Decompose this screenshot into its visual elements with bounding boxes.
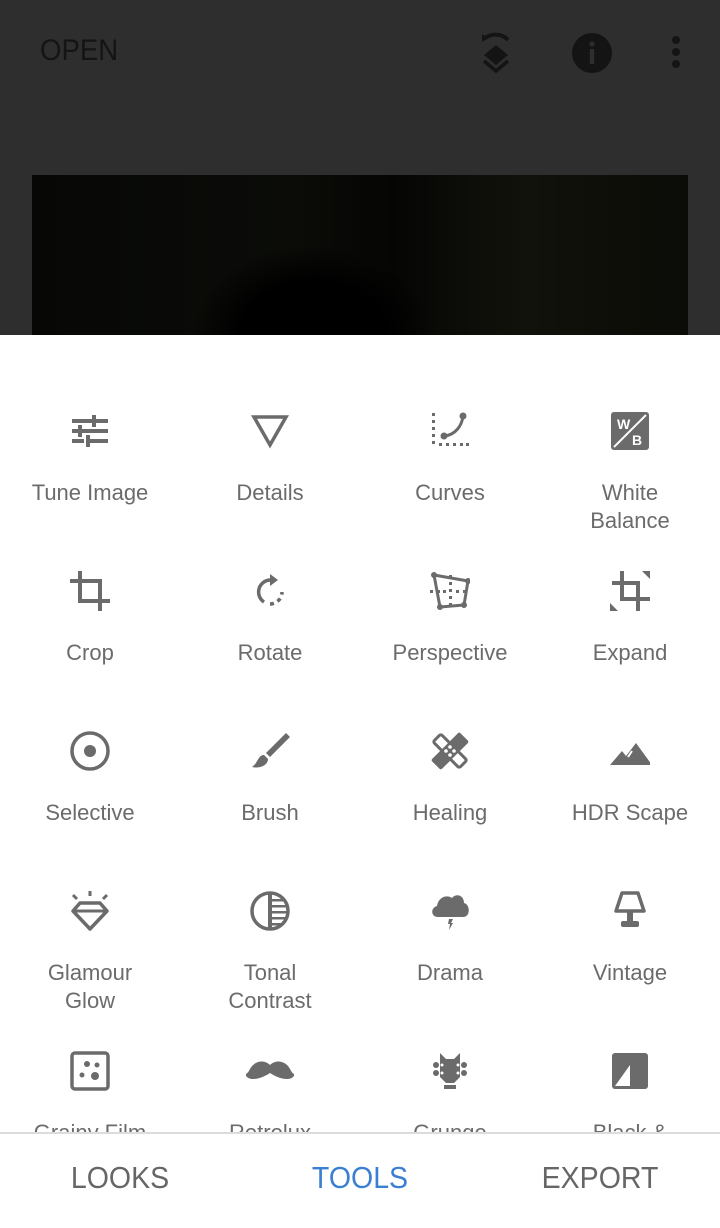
tune-sliders-icon [72, 415, 108, 447]
curves-icon [432, 412, 469, 446]
tool-glamour-glow[interactable]: Glamour Glow [0, 815, 180, 1013]
tool-retrolux[interactable]: Retrolux [180, 975, 360, 1133]
tool-crop[interactable]: Crop [0, 495, 180, 665]
tool-hdr-scape[interactable]: HDR Scape [540, 655, 720, 825]
tool-white-balance[interactable]: W B White Balance [540, 335, 720, 533]
storm-cloud-icon [432, 895, 469, 930]
tool-tonal-contrast[interactable]: Tonal Contrast [180, 815, 360, 1013]
tool-black-white[interactable]: Black & [540, 975, 720, 1133]
tool-label: Black & [592, 1120, 668, 1133]
tool-curves[interactable]: Curves [360, 335, 540, 505]
info-icon[interactable] [571, 32, 613, 74]
more-vert-icon[interactable] [668, 34, 684, 72]
details-triangle-icon [250, 415, 290, 449]
white-balance-icon: W B [611, 412, 649, 450]
tools-panel: Tune Image Details Curves W B White Bala… [0, 335, 720, 1133]
svg-text:W: W [617, 416, 631, 432]
tonal-contrast-icon [250, 891, 290, 931]
tool-label: Grainy Film [33, 1120, 147, 1133]
tool-drama[interactable]: Drama [360, 815, 540, 985]
lamp-icon [614, 891, 646, 927]
black-white-icon [612, 1053, 648, 1089]
tool-label: Retrolux [229, 1120, 311, 1133]
mountains-icon [610, 743, 650, 765]
crop-icon [70, 571, 110, 611]
tool-healing[interactable]: Healing [360, 655, 540, 825]
tool-expand[interactable]: Expand [540, 495, 720, 665]
tool-grainy-film[interactable]: Grainy Film [0, 975, 180, 1133]
tab-tools[interactable]: TOOLS [250, 1160, 471, 1196]
tool-grunge[interactable]: Grunge [360, 975, 540, 1133]
image-preview [32, 175, 688, 335]
selective-icon [70, 731, 110, 771]
perspective-icon [430, 572, 470, 610]
tool-details[interactable]: Details [180, 335, 360, 505]
tool-label: Grunge [413, 1120, 487, 1133]
guitar-head-icon [433, 1053, 467, 1089]
tab-looks[interactable]: LOOKS [10, 1160, 231, 1196]
tool-brush[interactable]: Brush [180, 655, 360, 825]
expand-icon [610, 571, 650, 611]
tool-selective[interactable]: Selective [0, 655, 180, 825]
tool-vintage[interactable]: Vintage [540, 815, 720, 985]
brush-icon [252, 733, 290, 768]
undo-layers-icon[interactable] [474, 28, 518, 76]
tool-perspective[interactable]: Perspective [360, 495, 540, 665]
tab-export[interactable]: EXPORT [490, 1160, 711, 1196]
tool-tune-image[interactable]: Tune Image [0, 335, 180, 505]
top-app-bar: OPEN [0, 0, 720, 105]
grainy-film-icon [70, 1051, 110, 1091]
svg-text:B: B [632, 432, 642, 448]
open-button[interactable]: OPEN [40, 34, 118, 68]
tool-rotate[interactable]: Rotate [180, 495, 360, 665]
rotate-icon [256, 574, 284, 606]
diamond-glow-icon [71, 891, 109, 931]
mustache-icon [246, 1061, 294, 1079]
bottom-tab-bar: LOOKS TOOLS EXPORT [0, 1134, 720, 1228]
healing-bandage-icon [431, 732, 469, 770]
